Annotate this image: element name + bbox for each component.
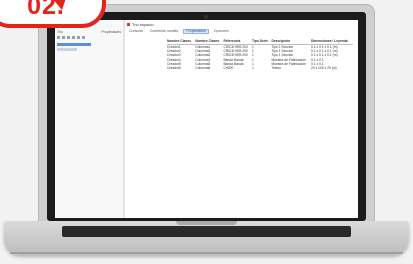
table-cell: Tramo — [271, 66, 281, 71]
step-badge: 02. — [0, 0, 106, 28]
tab-propiedades[interactable]: Propiedades — [183, 29, 209, 34]
tab-bar: Consulta Contenido modelo Propiedades Op… — [127, 29, 231, 34]
toolbar-icon[interactable] — [77, 36, 80, 39]
laptop: Trio Propiedades Trio espacio Consulta C… — [0, 0, 413, 264]
keyboard — [62, 226, 351, 237]
toolbar-icon[interactable] — [62, 36, 65, 39]
hinge-notch — [176, 221, 237, 225]
table-cell: Crf000 — [223, 66, 234, 71]
left-panel-header-left: Trio — [57, 30, 63, 34]
tab-consulta[interactable]: Consulta — [127, 29, 145, 34]
table-row[interactable]: Creador6 Columna6 Crf000 1 Tramo 20 x 10… — [167, 66, 353, 70]
tree-item[interactable] — [57, 48, 77, 51]
screen: Trio Propiedades Trio espacio Consulta C… — [55, 20, 358, 218]
left-panel-header-right: Propiedades — [101, 30, 121, 34]
speech-tail-icon — [52, 0, 66, 10]
table-cell: 20 x 100 x 20 (m) — [311, 66, 337, 71]
toolbar-icon[interactable] — [82, 36, 85, 39]
laptop-foot — [10, 252, 403, 254]
left-panel: Trio Propiedades — [55, 20, 124, 218]
app-icon — [127, 23, 130, 26]
data-table: Nombre Clases Nombre Clases Referencia T… — [167, 39, 353, 70]
left-panel-header: Trio Propiedades — [57, 30, 121, 34]
toolbar-icon[interactable] — [67, 36, 70, 39]
window-title: Trio espacio — [127, 22, 154, 27]
table-cell: CR018 HEB 200 — [223, 53, 248, 58]
tree-item-selected[interactable] — [57, 43, 91, 46]
tab-contenido-modelo[interactable]: Contenido modelo — [148, 29, 180, 34]
table-cell: 1 — [252, 66, 254, 71]
tab-opciones[interactable]: Opciones — [212, 29, 231, 34]
toolbar-icon[interactable] — [72, 36, 75, 39]
table-cell: Creador6 — [167, 66, 181, 71]
panel-divider[interactable] — [123, 20, 125, 218]
window-title-text: Trio espacio — [132, 22, 154, 27]
camera-icon — [204, 15, 208, 19]
toolbar-icon[interactable] — [57, 36, 60, 39]
left-panel-toolbar — [57, 36, 121, 40]
table-cell: Columna6 — [195, 66, 211, 71]
step-badge-text: 02. — [27, 0, 65, 20]
